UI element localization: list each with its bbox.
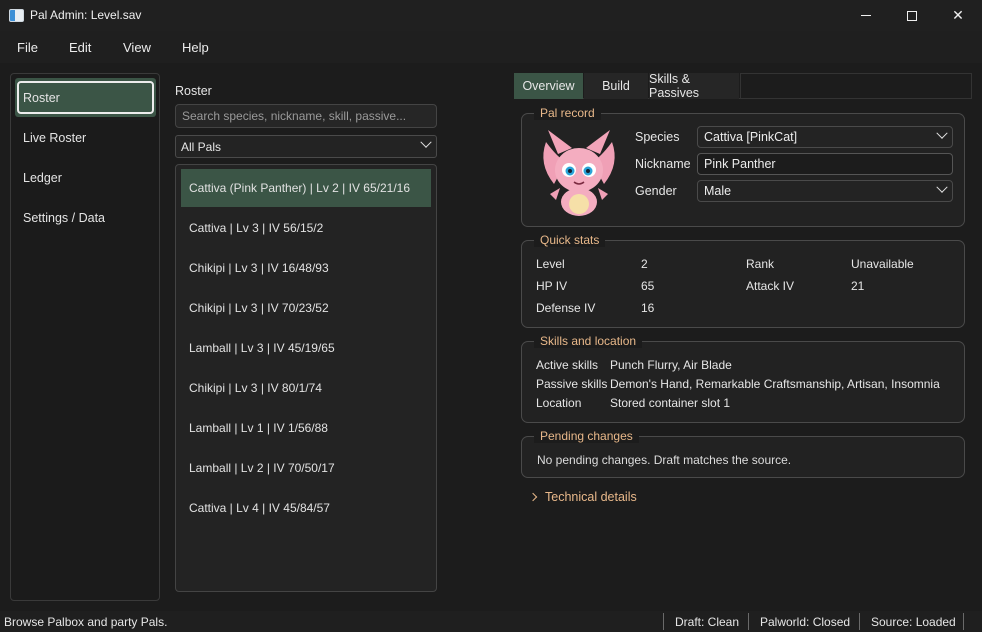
status-palworld: Palworld: Closed — [760, 615, 851, 629]
chevron-down-icon — [420, 136, 432, 148]
status-separator — [748, 613, 749, 630]
species-select[interactable]: Cattiva [PinkCat] — [697, 126, 953, 148]
status-separator — [859, 613, 860, 630]
nickname-field[interactable]: Pink Panther — [697, 153, 953, 175]
chevron-down-icon — [936, 181, 948, 193]
status-source: Source: Loaded — [871, 615, 956, 629]
menu-help[interactable]: Help — [182, 40, 209, 55]
group-title: Quick stats — [534, 233, 606, 247]
technical-details-toggle[interactable]: Technical details — [528, 490, 637, 504]
window-title: Pal Admin: Level.sav — [30, 8, 142, 22]
location-value: Stored container slot 1 — [610, 396, 731, 410]
tab-skills-passives[interactable]: Skills & Passives — [649, 72, 739, 100]
group-title: Pal record — [534, 106, 601, 120]
list-item[interactable]: Chikipi | Lv 3 | IV 16/48/93 — [181, 249, 431, 287]
group-title: Pending changes — [534, 429, 639, 443]
nav-item-live-roster[interactable]: Live Roster — [17, 121, 154, 154]
menu-view[interactable]: View — [123, 40, 151, 55]
list-item[interactable]: Lamball | Lv 3 | IV 45/19/65 — [181, 329, 431, 367]
minimize-button[interactable] — [843, 0, 889, 31]
hp-iv-value: 65 — [641, 279, 655, 293]
list-item[interactable]: Chikipi | Lv 3 | IV 70/23/52 — [181, 289, 431, 327]
active-skills-label: Active skills — [536, 358, 599, 372]
status-draft: Draft: Clean — [675, 615, 740, 629]
gender-value: Male — [704, 184, 732, 198]
list-item[interactable]: Chikipi | Lv 3 | IV 80/1/74 — [181, 369, 431, 407]
nav-item-label: Settings / Data — [23, 210, 105, 225]
attack-iv-label: Attack IV — [746, 279, 795, 293]
location-label: Location — [536, 396, 582, 410]
status-hint: Browse Palbox and party Pals. — [4, 615, 168, 629]
technical-details-label: Technical details — [545, 490, 637, 504]
menu-edit[interactable]: Edit — [69, 40, 91, 55]
tab-overview[interactable]: Overview — [514, 73, 583, 99]
nav-item-label: Live Roster — [23, 130, 87, 145]
pending-changes-text: No pending changes. Draft matches the so… — [537, 453, 792, 467]
species-value: Cattiva [PinkCat] — [704, 130, 798, 144]
gender-label: Gender — [635, 184, 677, 198]
defense-iv-label: Defense IV — [536, 301, 596, 315]
level-label: Level — [536, 257, 565, 271]
maximize-button[interactable] — [889, 0, 935, 31]
list-item[interactable]: Cattiva | Lv 3 | IV 56/15/2 — [181, 209, 431, 247]
nav-item-label: Roster — [23, 90, 60, 105]
close-button[interactable]: ✕ — [935, 0, 981, 31]
attack-iv-value: 21 — [851, 279, 865, 293]
filter-select[interactable]: All Pals — [175, 135, 437, 158]
passive-skills-value: Demon's Hand, Remarkable Craftsmanship, … — [610, 377, 940, 391]
app-icon — [9, 9, 24, 22]
pal-portrait-image — [543, 130, 615, 216]
chevron-right-icon — [528, 492, 538, 502]
status-separator — [663, 613, 664, 630]
pal-record-group: Pal record Species Cattiva [PinkCat] Nic… — [521, 106, 965, 227]
minimize-icon — [861, 15, 871, 16]
nav-item-ledger[interactable]: Ledger — [17, 161, 154, 194]
species-label: Species — [635, 130, 680, 144]
passive-skills-label: Passive skills — [536, 377, 608, 391]
maximize-icon — [907, 10, 917, 21]
menu-bar: File Edit View Help — [0, 31, 982, 63]
chevron-down-icon — [936, 127, 948, 139]
list-item[interactable]: Lamball | Lv 2 | IV 70/50/17 — [181, 449, 431, 487]
level-value: 2 — [641, 257, 648, 271]
tab-build[interactable]: Build — [584, 73, 648, 99]
rank-value: Unavailable — [851, 257, 914, 271]
status-separator — [963, 613, 964, 630]
filter-value: All Pals — [181, 139, 222, 154]
tab-strip-filler — [740, 73, 972, 99]
detail-tabs: Overview Build Skills & Passives — [514, 72, 972, 100]
nickname-label: Nickname — [635, 157, 691, 171]
defense-iv-value: 16 — [641, 301, 655, 315]
active-skills-value: Punch Flurry, Air Blade — [610, 358, 732, 372]
search-input[interactable] — [175, 104, 437, 128]
nav-item-label: Ledger — [23, 170, 62, 185]
roster-heading: Roster — [175, 84, 212, 98]
close-icon: ✕ — [952, 7, 964, 23]
list-item[interactable]: Lamball | Lv 1 | IV 1/56/88 — [181, 409, 431, 447]
list-item[interactable]: Cattiva | Lv 4 | IV 45/84/57 — [181, 489, 431, 527]
nickname-value: Pink Panther — [704, 157, 776, 171]
quick-stats-group: Quick stats Level 2 Rank Unavailable HP … — [521, 233, 965, 328]
group-title: Skills and location — [534, 334, 643, 348]
nav-item-settings-data[interactable]: Settings / Data — [17, 201, 154, 234]
roster-list[interactable]: Cattiva (Pink Panther) | Lv 2 | IV 65/21… — [175, 164, 437, 592]
menu-file[interactable]: File — [17, 40, 38, 55]
gender-select[interactable]: Male — [697, 180, 953, 202]
status-bar: Browse Palbox and party Pals. Draft: Cle… — [0, 611, 982, 632]
nav-panel: Roster Live Roster Ledger Settings / Dat… — [10, 73, 160, 601]
skills-location-group: Skills and location Active skills Punch … — [521, 334, 965, 423]
hp-iv-label: HP IV — [536, 279, 568, 293]
nav-item-roster[interactable]: Roster — [17, 81, 154, 114]
pending-changes-group: Pending changes No pending changes. Draf… — [521, 429, 965, 478]
title-bar: Pal Admin: Level.sav ✕ — [0, 0, 982, 31]
list-item[interactable]: Cattiva (Pink Panther) | Lv 2 | IV 65/21… — [181, 169, 431, 207]
rank-label: Rank — [746, 257, 775, 271]
